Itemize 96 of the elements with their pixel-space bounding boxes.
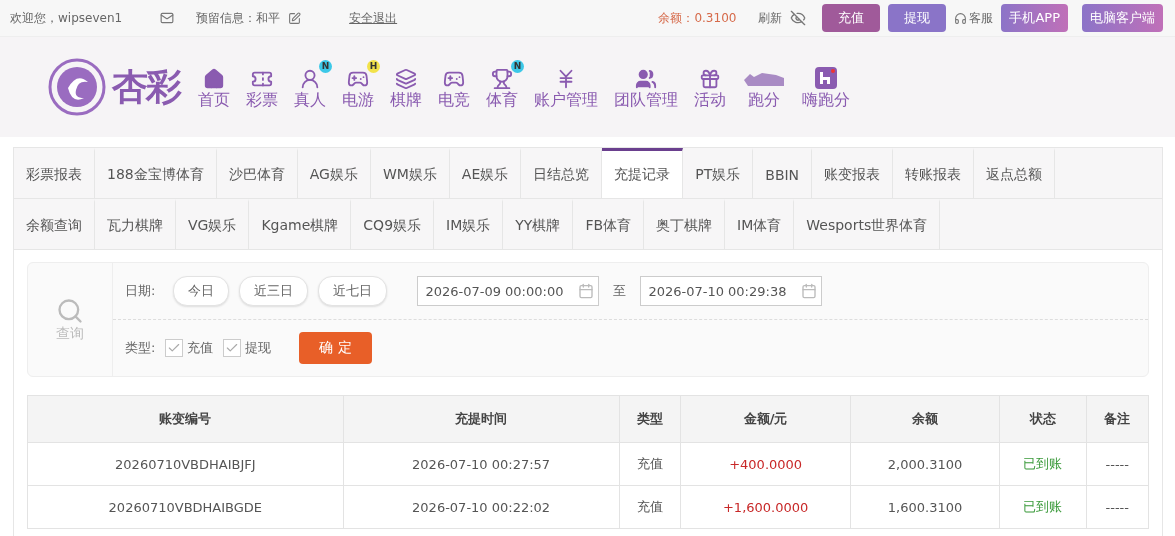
table-cell: 2,000.3100	[850, 442, 1000, 486]
nav-item[interactable]: 账户管理	[526, 63, 606, 111]
mail-icon[interactable]	[160, 11, 175, 25]
nav-item[interactable]: 棋牌	[382, 63, 430, 111]
app-icon	[814, 65, 838, 90]
report-tab[interactable]: 余额查询	[14, 199, 95, 249]
table-cell: 充值	[619, 442, 681, 486]
logout-link[interactable]: 安全退出	[349, 9, 398, 27]
report-tab[interactable]: 充提记录	[602, 148, 684, 198]
users-icon	[635, 67, 657, 90]
table-cell: 20260710VBDHAIBJFJ	[27, 442, 344, 486]
refresh-link[interactable]: 刷新	[758, 9, 783, 27]
table-cell: 已到账	[999, 442, 1086, 486]
report-tab[interactable]: 奥丁棋牌	[644, 199, 726, 249]
deposit-button[interactable]: 充值	[822, 4, 881, 32]
search-icon[interactable]	[56, 296, 84, 325]
balance-text: 余额：0.3100	[658, 9, 737, 27]
range-button[interactable]: 今日	[173, 276, 230, 306]
logo-icon	[48, 58, 106, 116]
headphones-icon[interactable]	[954, 11, 968, 25]
table-cell: 已到账	[999, 485, 1086, 529]
report-tab[interactable]: 返点总额	[974, 148, 1056, 198]
nav-item[interactable]: 跑分	[734, 63, 794, 111]
table-cell: 2026-07-10 00:22:02	[343, 485, 620, 529]
edit-icon[interactable]	[288, 11, 302, 25]
gift-icon	[699, 67, 721, 90]
hide-icon[interactable]	[790, 10, 807, 26]
nav-item[interactable]: 嗨跑分	[794, 63, 858, 111]
range-button[interactable]: 近三日	[239, 276, 309, 306]
date-from-field[interactable]: 2026-07-09 00:00:00	[417, 276, 600, 306]
home-icon	[203, 67, 225, 90]
to-label: 至	[613, 282, 627, 300]
trophy-icon	[491, 67, 513, 90]
report-tab[interactable]: 188金宝博体育	[95, 148, 217, 198]
report-tab[interactable]: 沙巴体育	[216, 148, 298, 198]
column-header: 备注	[1086, 395, 1149, 443]
report-tab[interactable]: PT娱乐	[683, 148, 754, 198]
cards-icon	[395, 67, 417, 90]
report-tab[interactable]: FB体育	[573, 199, 645, 249]
nav-item[interactable]: 彩票	[238, 63, 286, 111]
service-link[interactable]: 客服	[969, 9, 994, 27]
table-cell: -----	[1086, 485, 1149, 529]
column-header: 账变编号	[27, 395, 344, 443]
report-tab[interactable]: YY棋牌	[503, 199, 574, 249]
withdraw-button[interactable]: 提现	[888, 4, 947, 32]
check-icon	[167, 341, 182, 355]
app-download-button[interactable]: 手机APP	[1001, 4, 1068, 32]
report-tab[interactable]: 彩票报表	[14, 148, 95, 198]
report-tab[interactable]: IM娱乐	[434, 199, 504, 249]
type-checkbox[interactable]	[223, 339, 242, 357]
table-cell: 1,600.3100	[850, 485, 1000, 529]
report-tab[interactable]: WM娱乐	[370, 148, 450, 198]
type-label: 类型:	[125, 339, 156, 357]
date-label: 日期:	[125, 282, 156, 300]
report-tab[interactable]: AE娱乐	[449, 148, 522, 198]
type-option-label: 充值	[187, 339, 214, 357]
nav-item[interactable]: 电竞	[430, 63, 478, 111]
date-to-field[interactable]: 2026-07-10 00:29:38	[640, 276, 823, 306]
report-tab[interactable]: 账变报表	[812, 148, 894, 198]
reserved-info: 预留信息：和平	[196, 9, 281, 27]
column-header: 余额	[850, 395, 1000, 443]
range-button[interactable]: 近七日	[318, 276, 388, 306]
table-cell: 2026-07-10 00:27:57	[343, 442, 620, 486]
table-cell: +1,600.0000	[680, 485, 851, 529]
table-cell: -----	[1086, 442, 1149, 486]
check-icon	[225, 341, 240, 355]
type-checkbox[interactable]	[165, 339, 184, 357]
report-tab[interactable]: BBIN	[753, 148, 813, 198]
welcome-text: 欢迎您，wipseven1	[10, 9, 123, 27]
report-tab[interactable]: AG娱乐	[297, 148, 371, 198]
column-header: 充提时间	[343, 395, 620, 443]
calendar-icon[interactable]	[578, 283, 595, 299]
app-download-button[interactable]: 电脑客户端	[1082, 4, 1163, 32]
badge: H	[367, 59, 380, 73]
nav-item[interactable]: 首页	[190, 63, 238, 111]
column-header: 金额/元	[680, 395, 851, 443]
column-header: 状态	[999, 395, 1086, 443]
table-cell: 20260710VBDHAIBGDE	[27, 485, 344, 529]
badge: N	[511, 59, 524, 73]
badge: N	[319, 59, 332, 73]
table-cell: +400.0000	[680, 442, 851, 486]
type-option-label: 提现	[245, 339, 272, 357]
nav-item[interactable]: 活动	[686, 63, 734, 111]
calendar-icon[interactable]	[801, 283, 818, 299]
person-icon	[299, 67, 321, 90]
logo-text: 杏彩	[112, 64, 180, 109]
report-tab[interactable]: IM体育	[725, 199, 795, 249]
report-tab[interactable]: VG娱乐	[176, 199, 250, 249]
report-tab[interactable]: Wesports世界体育	[794, 199, 941, 249]
report-tab[interactable]: 转账报表	[893, 148, 975, 198]
nav-item[interactable]: 团队管理	[606, 63, 686, 111]
report-tab[interactable]: CQ9娱乐	[351, 199, 435, 249]
report-tab[interactable]: Kgame棋牌	[249, 199, 352, 249]
report-tab[interactable]: 瓦力棋牌	[95, 199, 176, 249]
table-cell: 充值	[619, 485, 681, 529]
column-header: 类型	[619, 395, 681, 443]
